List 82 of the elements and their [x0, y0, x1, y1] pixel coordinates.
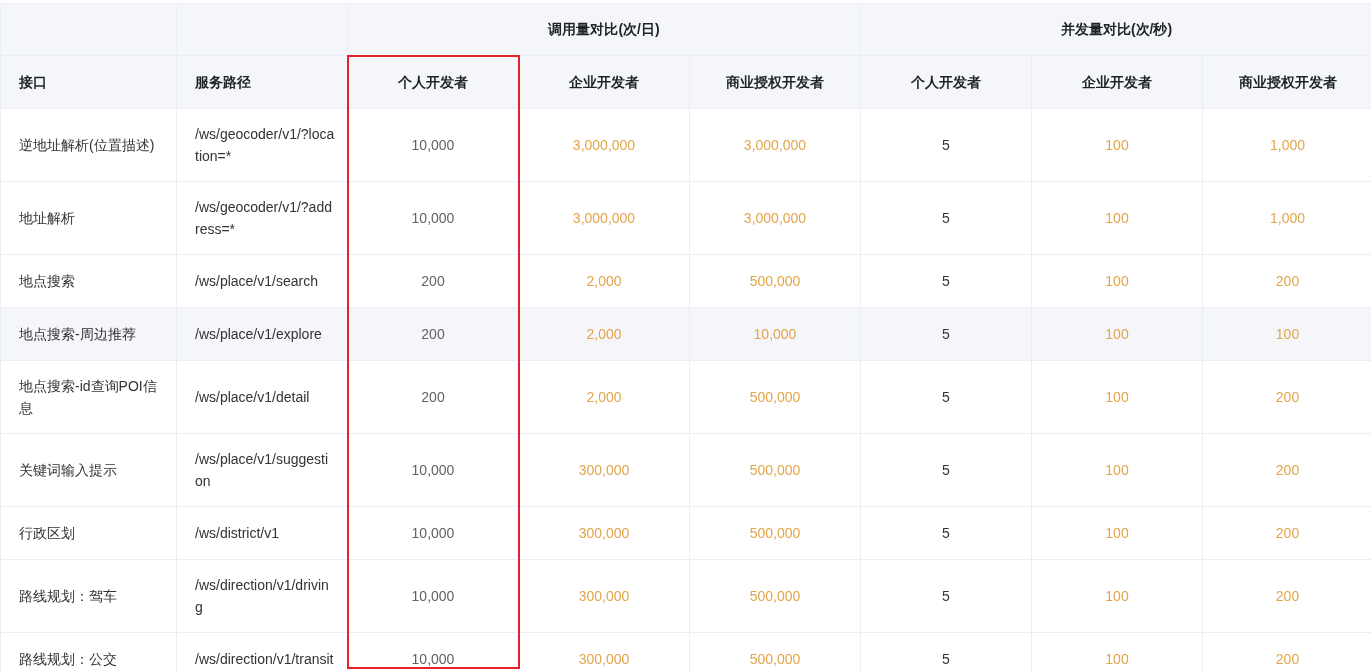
table-cell: 500,000	[749, 273, 801, 289]
table-cell: 10,000	[411, 462, 455, 478]
table-cell: 地点搜索-id查询POI信息	[19, 378, 157, 416]
table-cell: 100	[1105, 462, 1129, 478]
column-header: 企业开发者	[569, 73, 640, 90]
table-cell: 5	[942, 651, 950, 667]
table-cell: /ws/district/v1	[195, 525, 279, 541]
column-header: 接口	[19, 73, 47, 90]
table-cell: 300,000	[578, 651, 630, 667]
table-cell: 2,000	[586, 326, 622, 342]
table-cell: 3,000,000	[572, 210, 636, 226]
table-cell: 5	[942, 389, 950, 405]
table-cell: 100	[1105, 273, 1129, 289]
table-cell: 100	[1105, 651, 1129, 667]
table-cell: 路线规划：驾车	[19, 588, 117, 604]
table-cell: 300,000	[578, 525, 630, 541]
table-cell: 500,000	[749, 651, 801, 667]
table-cell: /ws/place/v1/suggestion	[195, 451, 329, 489]
column-header: 商业授权开发者	[726, 73, 824, 90]
table-cell: 5	[942, 588, 950, 604]
table-cell: 500,000	[749, 389, 801, 405]
table-cell: 地点搜索-周边推荐	[19, 326, 136, 342]
table-cell: 200	[421, 389, 445, 405]
table-cell: /ws/direction/v1/driving	[195, 577, 329, 615]
table-cell: 200	[1275, 525, 1300, 541]
table-cell: 200	[421, 326, 445, 342]
table-cell: 地址解析	[19, 210, 75, 226]
column-group-header: 调用量对比(次/日)	[548, 20, 660, 37]
table-cell: 10,000	[411, 137, 455, 153]
table-cell: 10,000	[411, 525, 455, 541]
table-cell: 5	[942, 462, 950, 478]
table-cell: /ws/place/v1/explore	[195, 326, 322, 342]
table-cell: 3,000,000	[743, 210, 807, 226]
table-cell: 5	[942, 525, 950, 541]
table-cell: 500,000	[749, 462, 801, 478]
table-cell: 1,000	[1269, 137, 1305, 153]
column-header: 企业开发者	[1082, 73, 1152, 90]
table-cell: 500,000	[749, 525, 801, 541]
table-cell: 200	[1275, 462, 1300, 478]
table-cell: 1,000	[1269, 210, 1305, 226]
table-cell: 3,000,000	[572, 137, 636, 153]
table-cell: 3,000,000	[743, 137, 807, 153]
table-cell: 路线规划：公交	[19, 651, 117, 667]
table-cell: 200	[1275, 273, 1300, 289]
table-cell: 逆地址解析(位置描述)	[19, 137, 155, 153]
table-cell: 关键词输入提示	[19, 462, 117, 478]
table-cell: 500,000	[749, 588, 801, 604]
table-cell: 200	[1275, 389, 1300, 405]
table-cell: 300,000	[578, 462, 630, 478]
table-cell: /ws/place/v1/search	[195, 273, 318, 289]
table-cell: 5	[942, 137, 950, 153]
table-cell: /ws/place/v1/detail	[195, 389, 310, 405]
table-cell: 10,000	[753, 326, 797, 342]
column-group-header: 并发量对比(次/秒)	[1060, 21, 1173, 37]
table-cell: 5	[942, 210, 950, 226]
column-header: 个人开发者	[911, 73, 981, 90]
table-cell: 100	[1105, 326, 1129, 342]
table-cell: /ws/direction/v1/transit	[195, 651, 334, 667]
table-cell: /ws/geocoder/v1/?location=*	[195, 126, 335, 164]
table-cell: 行政区划	[19, 525, 75, 541]
table-cell: 100	[1105, 137, 1129, 153]
table-cell: 100	[1105, 588, 1129, 604]
column-header: 商业授权开发者	[1238, 73, 1337, 90]
table-cell: 10,000	[411, 210, 455, 226]
table-cell: 5	[942, 273, 950, 289]
table-cell: /ws/geocoder/v1/?address=*	[195, 199, 332, 237]
table-cell: 地点搜索	[19, 273, 75, 289]
table-cell: 2,000	[586, 389, 622, 405]
table-cell: 100	[1105, 525, 1129, 541]
table-cell: 10,000	[411, 588, 455, 604]
table-cell: 2,000	[586, 273, 622, 289]
table-cell: 200	[1275, 651, 1300, 667]
table-cell: 100	[1105, 210, 1129, 226]
table-cell: 300,000	[578, 588, 630, 604]
table-cell: 100	[1275, 326, 1300, 342]
table-cell: 10,000	[411, 651, 455, 667]
table-cell: 100	[1105, 389, 1129, 405]
column-header: 个人开发者	[398, 73, 468, 90]
table-cell: 200	[1275, 588, 1300, 604]
column-header: 服务路径	[195, 73, 251, 90]
table-cell: 200	[421, 273, 445, 289]
table-cell: 5	[942, 326, 950, 342]
